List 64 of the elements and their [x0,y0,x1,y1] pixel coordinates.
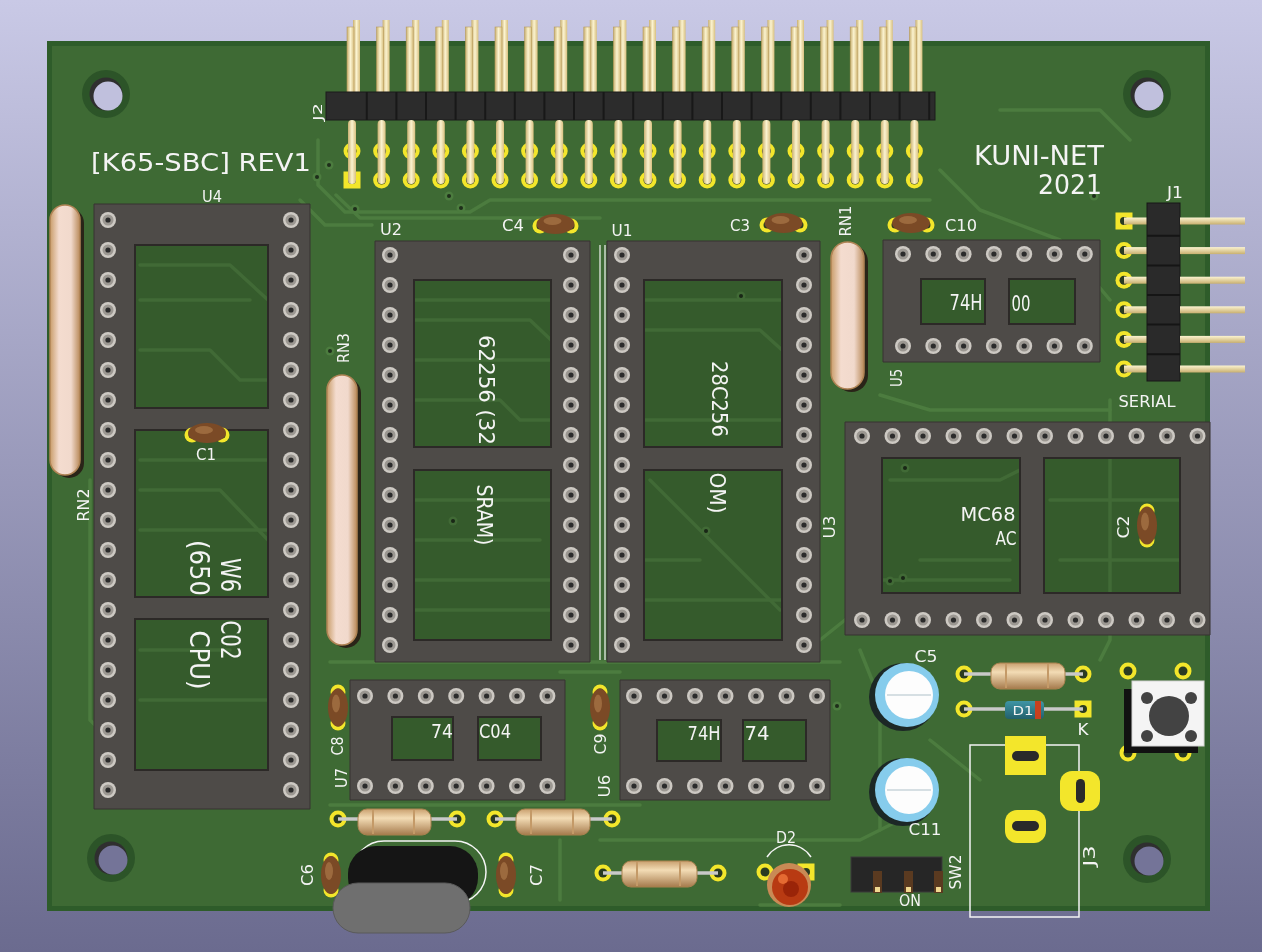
reference-label: C7 [527,864,547,886]
reference-label: U3 [820,515,840,539]
reference-label: U5 [886,369,906,387]
reference-label: RN3 [334,333,354,363]
mounting-hole [1123,835,1171,883]
reference-label: C5 [914,647,938,667]
ceramic-capacitor [496,852,516,898]
reference-label: U4 [202,187,222,207]
chip-marking: MC68 [960,502,1016,526]
chip-marking: 74 [431,719,453,743]
chip-marking: 00 [1011,290,1031,316]
reference-label: C10 [945,216,977,236]
reference-label: C9 [590,733,610,755]
reference-label: C1 [196,445,216,465]
reference-label: C4 [502,216,524,236]
mounting-hole [82,70,130,118]
reference-label: C11 [908,820,942,840]
ceramic-capacitor [887,213,935,233]
chip-marking: OM) [704,472,732,514]
ceramic-capacitor [321,852,341,898]
chip-marking: 74 [744,721,770,745]
reference-label: C3 [730,216,750,236]
reference-label: U6 [595,774,615,798]
ceramic-capacitor [759,213,808,233]
maker-label: KUNI-NET [974,140,1104,172]
chip-marking: C04 [479,719,511,743]
mounting-hole [1123,70,1171,118]
chip-marking: 74H [949,289,983,317]
reference-label: D1 [1012,702,1034,718]
ceramic-capacitor [328,684,348,731]
chip-marking: CPU) [184,630,214,690]
reference-label: RN2 [73,488,93,522]
reference-label: C8 [328,736,348,756]
reference-label: J2 [310,103,326,121]
reference-label: J3 [1080,845,1100,867]
chip-marking: SRAM) [472,484,498,546]
reference-label: J1 [1167,183,1183,203]
reference-label: RN1 [836,205,856,237]
ceramic-capacitor [532,214,579,234]
reference-label: C2 [1114,515,1134,539]
ceramic-capacitor [590,684,610,731]
mounting-hole [87,834,135,882]
ceramic-capacitor [184,423,230,443]
pin-label: K [1077,721,1089,739]
chip-marking: 28C256 [706,361,732,437]
reference-label: D2 [776,828,796,848]
reference-label: C6 [298,864,318,886]
reference-label: SW2 [945,854,965,890]
chip-marking: W6 [214,558,246,592]
led [756,844,815,907]
silkscreen-label: SERIAL [1118,392,1176,412]
silkscreen-label: ON [899,891,921,911]
electrolytic-capacitor [869,663,939,731]
reference-label: U1 [611,220,633,240]
reference-label: U7 [332,768,352,788]
chip-marking: 74H [687,721,721,745]
chip-marking: (650 [184,540,214,596]
board-title: [K65-SBC] REV1 [91,147,311,177]
chip-marking: C02 [215,620,245,660]
ceramic-capacitor [1137,503,1157,548]
chip-marking: AC [995,526,1017,550]
chip-marking: 62256 (32 [474,335,500,445]
year-label: 2021 [1038,169,1102,201]
reference-label: U2 [380,220,402,240]
